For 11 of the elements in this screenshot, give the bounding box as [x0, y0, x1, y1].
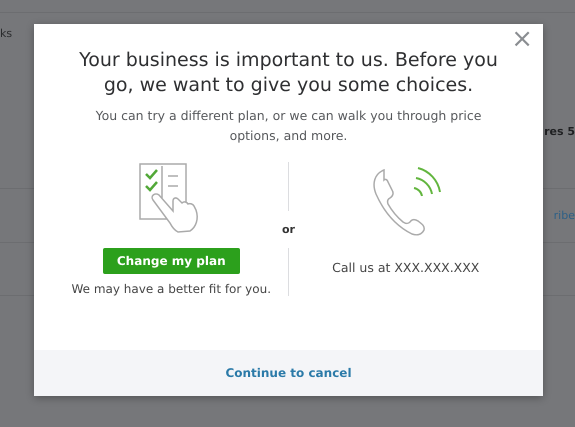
change-plan-button[interactable]: Change my plan — [102, 248, 240, 274]
plan-note: We may have a better fit for you. — [71, 282, 272, 296]
close-button[interactable]: × — [507, 26, 537, 52]
background-text: ks — [0, 27, 12, 40]
background-text: res 5 — [544, 125, 575, 138]
call-text: Call us at XXX.XXX.XXX — [332, 260, 480, 275]
dialog-title: Your business is important to us. Before you go, we want to give you some choices. — [78, 48, 498, 98]
continue-to-cancel-link[interactable]: Continue to cancel — [225, 366, 352, 380]
background-text: ribe — [554, 209, 575, 222]
dialog-subtitle: You can try a different plan, or we can walk you through price options, and more. — [94, 107, 482, 145]
or-label: or — [282, 222, 295, 238]
